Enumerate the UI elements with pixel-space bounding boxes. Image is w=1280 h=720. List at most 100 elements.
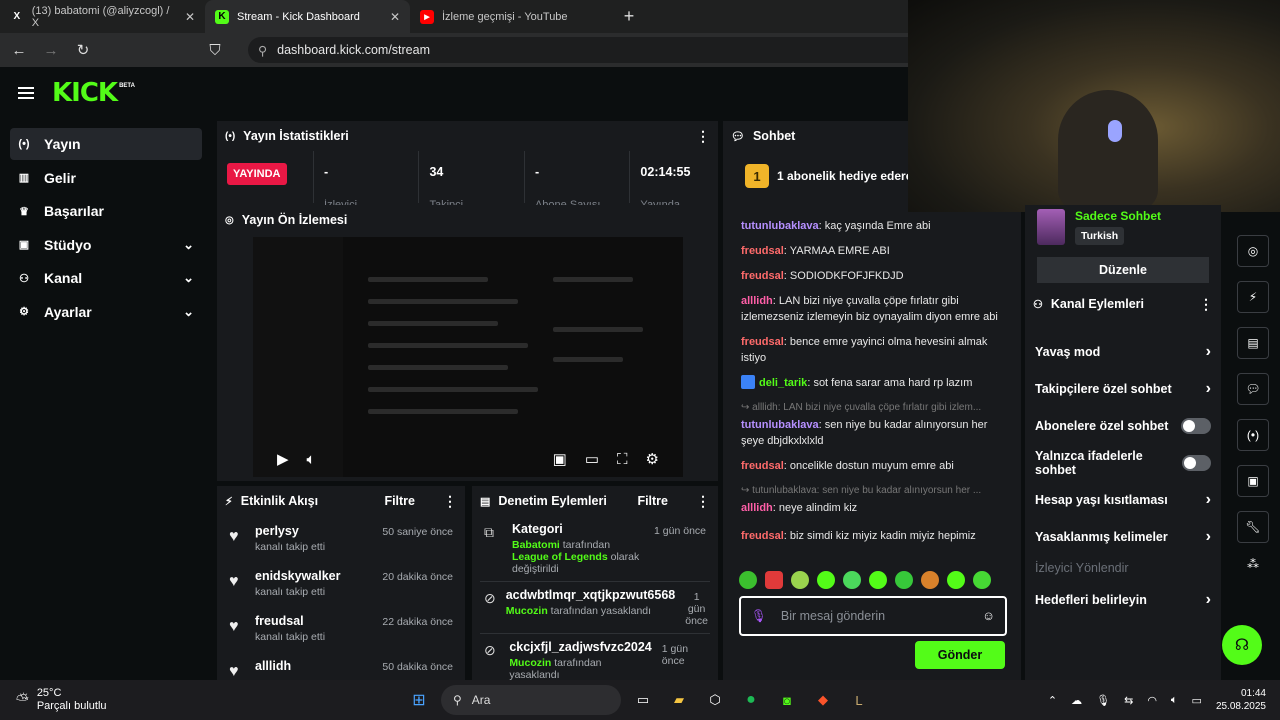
toggle-switch[interactable] [1182,454,1211,471]
app-icon[interactable]: ⬡ [701,686,729,714]
taskbar-search[interactable]: ⚲ Ara [441,685,621,715]
action-row-goals[interactable]: Hedefleri belirleyin › [1025,581,1221,618]
tab-kick[interactable]: K Stream - Kick Dashboard ✕ [205,0,410,33]
emote-icon[interactable] [739,571,757,589]
windows-start-icon[interactable]: ⊞ [405,686,433,714]
more-icon[interactable]: ⋮ [696,493,710,510]
fullscreen-icon[interactable]: ⛶ [617,451,628,468]
chat-user[interactable]: freudsal [741,336,784,348]
chat-input[interactable]: 🎙︎ Bir mesaj gönderin ☺ [739,596,1007,636]
new-tab-button[interactable]: + [615,0,643,33]
sidebar-item-yayin[interactable]: (•) Yayın [10,128,202,160]
chat-user[interactable]: tutunlubaklava [741,419,819,431]
chat-user[interactable]: freudsal [741,270,784,282]
spotify-icon[interactable]: ● [737,686,765,714]
emote-icon[interactable] [765,571,783,589]
discord-icon[interactable]: ◙ [773,686,801,714]
weather-widget[interactable]: ⛅︎ 25°C Parçalı bulutlu [0,687,107,713]
filter-button[interactable]: Filtre [384,494,415,508]
video-icon[interactable]: ▣ [1237,465,1269,497]
clock[interactable]: 01:44 25.08.2025 [1216,687,1266,713]
chat-user[interactable]: alllidh [741,502,773,514]
send-button[interactable]: Gönder [915,641,1005,669]
microphone-icon[interactable]: 🎙︎ [1096,694,1110,707]
emote-icon[interactable] [869,571,887,589]
mod-actor[interactable]: Mucozin [506,605,548,617]
league-icon[interactable]: L [845,686,873,714]
toggle-switch[interactable] [1181,417,1211,434]
chat-icon[interactable]: 💬︎ [1237,373,1269,405]
emote-icon[interactable] [921,571,939,589]
support-button[interactable]: ☊ [1222,625,1262,665]
mod-target[interactable]: League of Legends [512,551,608,563]
action-row-account-age[interactable]: Hesap yaşı kısıtlaması › [1025,481,1221,518]
volume-icon[interactable]: 🔈︎ [1171,694,1178,707]
chat-user[interactable]: freudsal [741,245,784,257]
more-icon[interactable]: ⋮ [696,128,710,145]
wifi-icon[interactable]: ◠ [1147,694,1157,707]
edit-button[interactable]: Düzenle [1037,257,1209,283]
chat-user[interactable]: tutunlubaklava [741,220,819,232]
chat-user[interactable]: alllidh [741,295,773,307]
preview-icon[interactable]: ◎ [1237,235,1269,267]
sidebar-item-kanal[interactable]: ⚇ Kanal ⌄ [10,262,202,294]
chat-user[interactable]: deli_tarik [759,377,807,389]
mod-actor[interactable]: Mucozin [509,657,551,669]
emote-icon[interactable] [791,571,809,589]
brave-icon[interactable]: ◆ [809,686,837,714]
chat-mode-label[interactable]: Sadece Sohbet [1075,209,1161,223]
document-icon[interactable]: ▤ [1237,327,1269,359]
emote-icon[interactable] [895,571,913,589]
emoji-icon[interactable]: ☺ [982,609,995,623]
stream-preview-video[interactable]: ▶ 🔈︎ ▣ ▭ ⛶ ⚙ [253,237,683,477]
forward-icon[interactable]: → [42,42,60,59]
battery-icon[interactable]: ▭ [1192,694,1202,707]
channel-mode: Sadece Sohbet Turkish [1025,205,1221,249]
chevron-up-icon[interactable]: ⌃ [1048,694,1057,707]
more-icon[interactable]: ⋮ [1199,296,1213,313]
bookmark-icon[interactable]: ⛉ [206,42,224,59]
layout-icon[interactable]: ⁂ [1226,557,1280,571]
bolt-icon[interactable]: ⚡︎ [1237,281,1269,313]
action-row-followers-only[interactable]: Takipçilere özel sohbet › [1025,370,1221,407]
site-info-icon[interactable]: ⚲ [258,43,267,58]
tab-x[interactable]: X (13) babatomi (@aliyzcogl) / X ✕ [0,0,205,33]
sidebar-item-ayarlar[interactable]: ⚙ Ayarlar ⌄ [10,296,202,328]
menu-icon[interactable] [18,87,34,99]
back-icon[interactable]: ← [10,42,28,59]
reload-icon[interactable]: ↻ [74,41,92,59]
close-icon[interactable]: ✕ [390,10,400,24]
play-icon[interactable]: ▶ [277,450,289,468]
sidebar-item-basarilar[interactable]: ♛ Başarılar [10,195,202,227]
task-view-icon[interactable]: ▭ [629,686,657,714]
emote-icon[interactable] [973,571,991,589]
tab-youtube[interactable]: ▶ İzleme geçmişi - YouTube [410,0,615,33]
chat-user[interactable]: freudsal [741,460,784,472]
emote-icon[interactable] [817,571,835,589]
close-icon[interactable]: ✕ [185,10,195,24]
right-rail: ◎ ⚡︎ ▤ 💬︎ (•) ▣ 🔧︎ ⁂ ☊ [1222,205,1280,680]
pip-icon[interactable]: ▣ [553,450,567,468]
file-explorer-icon[interactable]: ▰ [665,686,693,714]
cloud-icon[interactable]: ☁︎ [1071,694,1082,707]
settings-icon[interactable]: ⚙ [646,450,659,468]
sidebar-item-gelir[interactable]: ▥ Gelir [10,162,202,194]
filter-button[interactable]: Filtre [637,494,668,508]
volume-icon[interactable]: 🔈︎ [307,451,316,468]
network-icon[interactable]: ⇆ [1124,694,1133,707]
sidebar-item-studyo[interactable]: ▣ Stüdyo ⌄ [10,229,202,261]
emote-icon[interactable] [947,571,965,589]
preview-content [368,277,488,282]
action-row-emotes-only: Yalnızca ifadelerle sohbet [1025,444,1221,481]
theater-icon[interactable]: ▭ [585,450,599,468]
microphone-icon[interactable]: 🎙︎ [751,609,767,624]
mod-actor[interactable]: Babatomi [512,539,560,551]
kick-logo[interactable]: KICK BETA [52,80,135,106]
emote-icon[interactable] [843,571,861,589]
action-row-banned-words[interactable]: Yasaklanmış kelimeler › [1025,518,1221,555]
chat-user[interactable]: freudsal [741,530,784,542]
wrench-icon[interactable]: 🔧︎ [1237,511,1269,543]
broadcast-icon[interactable]: (•) [1237,419,1269,451]
action-row-slow-mode[interactable]: Yavaş mod › [1025,333,1221,370]
more-icon[interactable]: ⋮ [443,493,457,510]
